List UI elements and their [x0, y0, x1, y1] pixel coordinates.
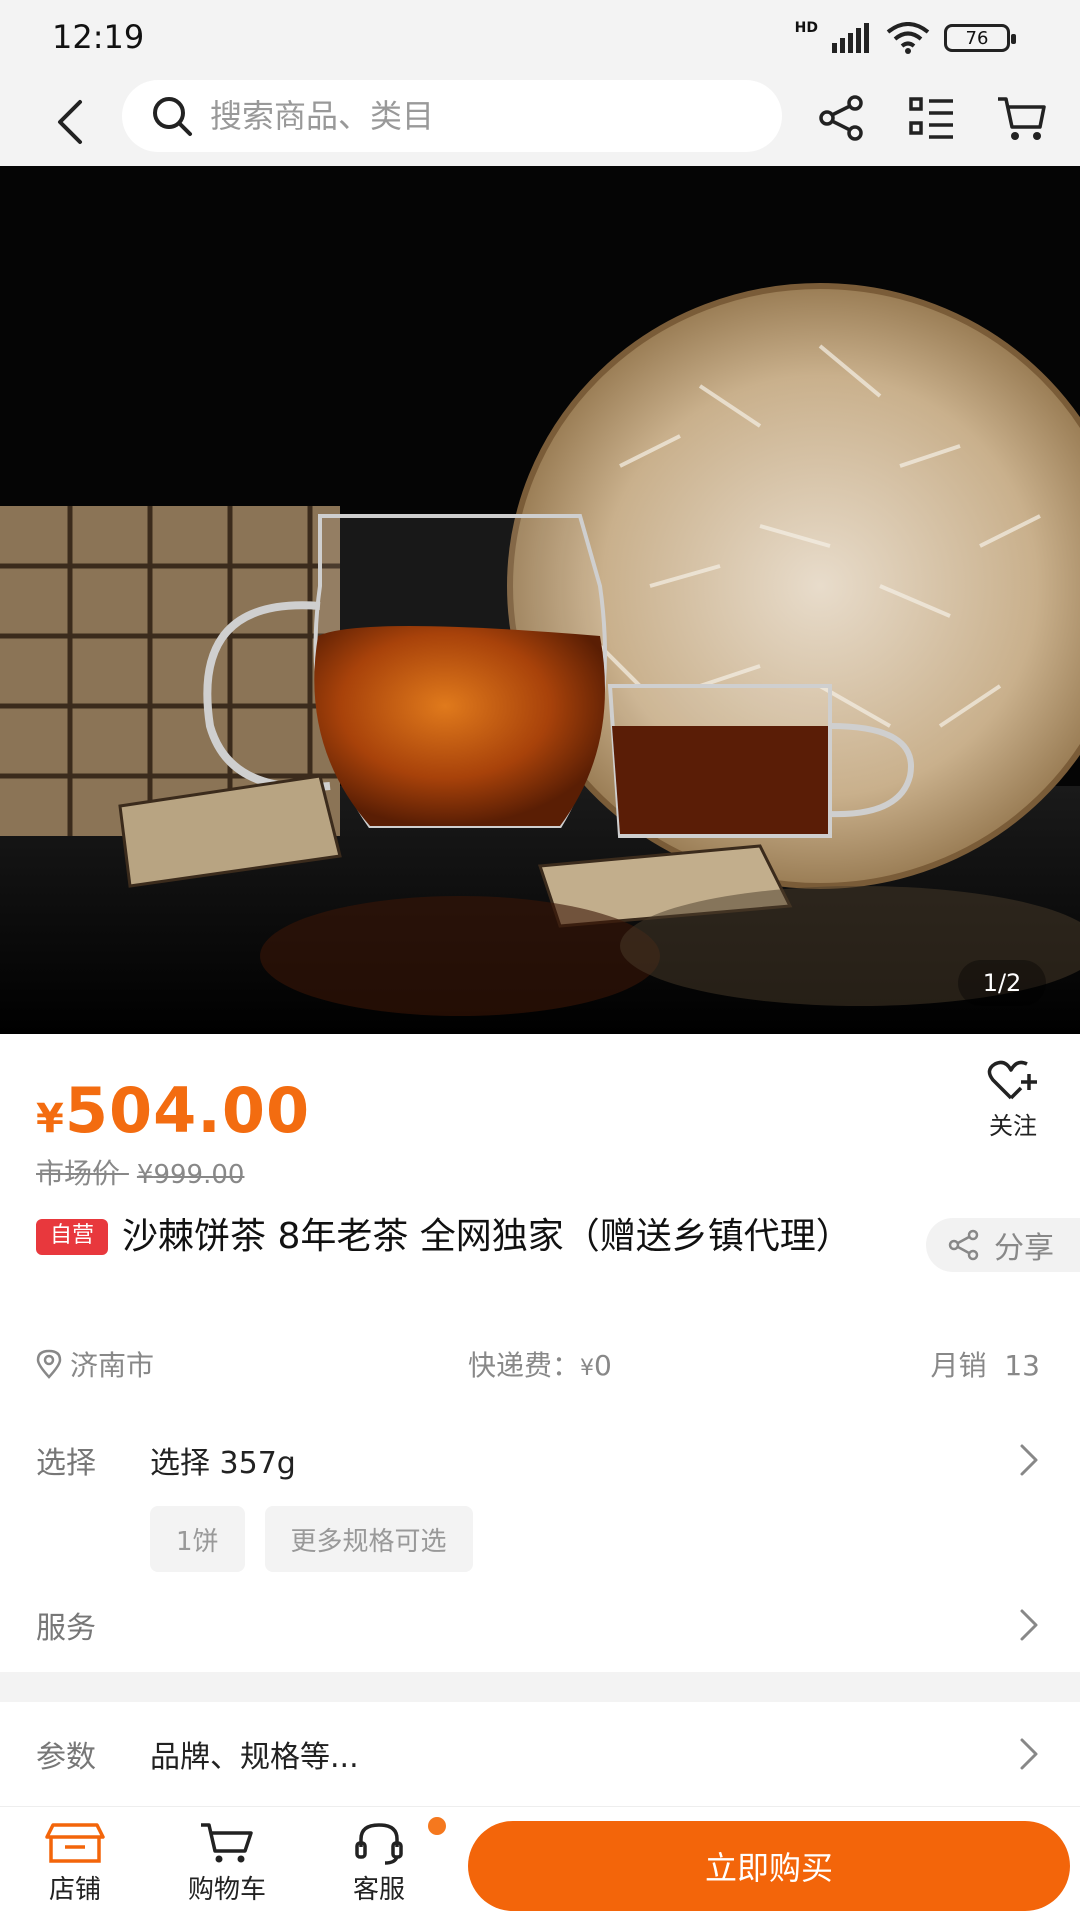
- price-value: 504.00: [64, 1074, 311, 1147]
- spec-chips: 1饼 更多规格可选: [150, 1506, 473, 1572]
- network-type-label: HD: [794, 20, 818, 36]
- params-row[interactable]: 参数 品牌、规格等...: [36, 1724, 1044, 1784]
- service-label: 服务: [36, 1611, 96, 1646]
- spec-chip-more[interactable]: 更多规格可选: [264, 1506, 473, 1572]
- sales-count: 13: [1004, 1349, 1040, 1382]
- bottom-action-bar: 店铺 购物车 客服 立即购买: [0, 1806, 1080, 1920]
- params-label: 参数: [36, 1740, 96, 1775]
- status-bar: 12:19 HD 76: [0, 0, 1080, 78]
- customer-service-tab[interactable]: 客服: [324, 1821, 434, 1906]
- cart-tab[interactable]: 购物车: [172, 1821, 282, 1906]
- shop-tab[interactable]: 店铺: [20, 1821, 130, 1906]
- follow-label: 关注: [989, 1112, 1037, 1140]
- back-button[interactable]: [38, 90, 102, 154]
- status-icons: HD 76: [794, 20, 1016, 54]
- chevron-right-icon: [1020, 1738, 1038, 1770]
- heart-plus-icon: [987, 1060, 1037, 1100]
- market-price: 市场价 ¥999.00: [36, 1152, 244, 1192]
- market-price-label: 市场价: [36, 1157, 121, 1190]
- self-operated-badge: 自营: [36, 1219, 109, 1255]
- location: 济南市: [36, 1344, 154, 1384]
- buy-now-button[interactable]: 立即购买: [468, 1821, 1070, 1911]
- product-title: 沙棘饼茶 8年老茶 全网独家（赠送乡镇代理）: [122, 1216, 852, 1257]
- cart-icon: [201, 1823, 253, 1863]
- service-row[interactable]: 服务: [36, 1595, 1044, 1655]
- cart-icon: [998, 97, 1046, 140]
- select-label: 选择: [36, 1446, 96, 1481]
- status-time: 12:19: [52, 18, 145, 56]
- select-spec-row[interactable]: 选择 选择 357g: [36, 1430, 1044, 1490]
- service-tab-label: 客服: [352, 1875, 405, 1905]
- sales-label: 月销: [930, 1349, 987, 1382]
- price: ¥504.00: [36, 1074, 310, 1147]
- category-list-button[interactable]: [902, 88, 962, 148]
- shipping-label: 快递费：: [468, 1349, 581, 1382]
- share-label: 分享: [994, 1231, 1054, 1266]
- share-button[interactable]: 分享: [926, 1218, 1080, 1272]
- monthly-sales: 月销 13: [931, 1344, 1040, 1384]
- chevron-right-icon: [1020, 1609, 1038, 1641]
- params-card: 参数 品牌、规格等...: [0, 1702, 1080, 1806]
- share-icon: [948, 1229, 979, 1261]
- battery-level: 76: [965, 27, 989, 49]
- top-nav: [0, 78, 1080, 166]
- market-price-value: 999.00: [153, 1160, 245, 1190]
- product-title-block: 自营 沙棘饼茶 8年老茶 全网独家（赠送乡镇代理）: [36, 1212, 856, 1262]
- meta-row: 济南市 快递费：¥0 月销 13: [36, 1344, 1044, 1388]
- shipping-fee: 快递费：¥0: [468, 1344, 612, 1384]
- price-currency: ¥: [36, 1096, 65, 1142]
- cart-nav-button[interactable]: [992, 88, 1052, 148]
- headset-icon: [355, 1823, 403, 1865]
- product-info-card: ¥504.00 市场价 ¥999.00 关注 自营 沙棘饼茶 8年老茶 全网独家（…: [0, 1034, 1080, 1672]
- location-text: 济南市: [70, 1349, 155, 1382]
- search-icon: [153, 97, 192, 136]
- chevron-left-icon: [58, 100, 82, 144]
- shipping-value: 0: [594, 1349, 612, 1382]
- wifi-icon: [886, 22, 930, 54]
- market-price-currency: ¥: [136, 1160, 154, 1190]
- chevron-right-icon: [1020, 1444, 1038, 1476]
- battery-icon: 76: [944, 24, 1016, 52]
- location-pin-icon: [36, 1349, 62, 1379]
- signal-icon: [832, 23, 869, 53]
- share-nav-button[interactable]: [812, 88, 872, 148]
- share-icon: [819, 95, 863, 141]
- image-counter: 1/2: [958, 960, 1046, 1006]
- store-icon: [45, 1823, 105, 1863]
- select-value: 选择 357g: [150, 1446, 296, 1481]
- product-detail-page: 12:19 HD 76 搜索商品、类目 1/2 ¥504.00 市场价 ¥999…: [0, 0, 1080, 1920]
- spec-chip[interactable]: 1饼: [150, 1506, 245, 1572]
- shop-label: 店铺: [48, 1875, 101, 1905]
- product-image-gallery[interactable]: 1/2: [0, 166, 1080, 1034]
- follow-button[interactable]: 关注: [978, 1060, 1048, 1141]
- list-icon: [909, 97, 953, 139]
- shipping-currency: ¥: [580, 1356, 595, 1381]
- cart-label: 购物车: [187, 1875, 266, 1905]
- search-input[interactable]: [210, 80, 750, 152]
- product-photo: [0, 166, 1080, 1034]
- notification-dot: [428, 1817, 446, 1835]
- search-box[interactable]: [122, 80, 782, 152]
- params-value: 品牌、规格等...: [150, 1740, 359, 1775]
